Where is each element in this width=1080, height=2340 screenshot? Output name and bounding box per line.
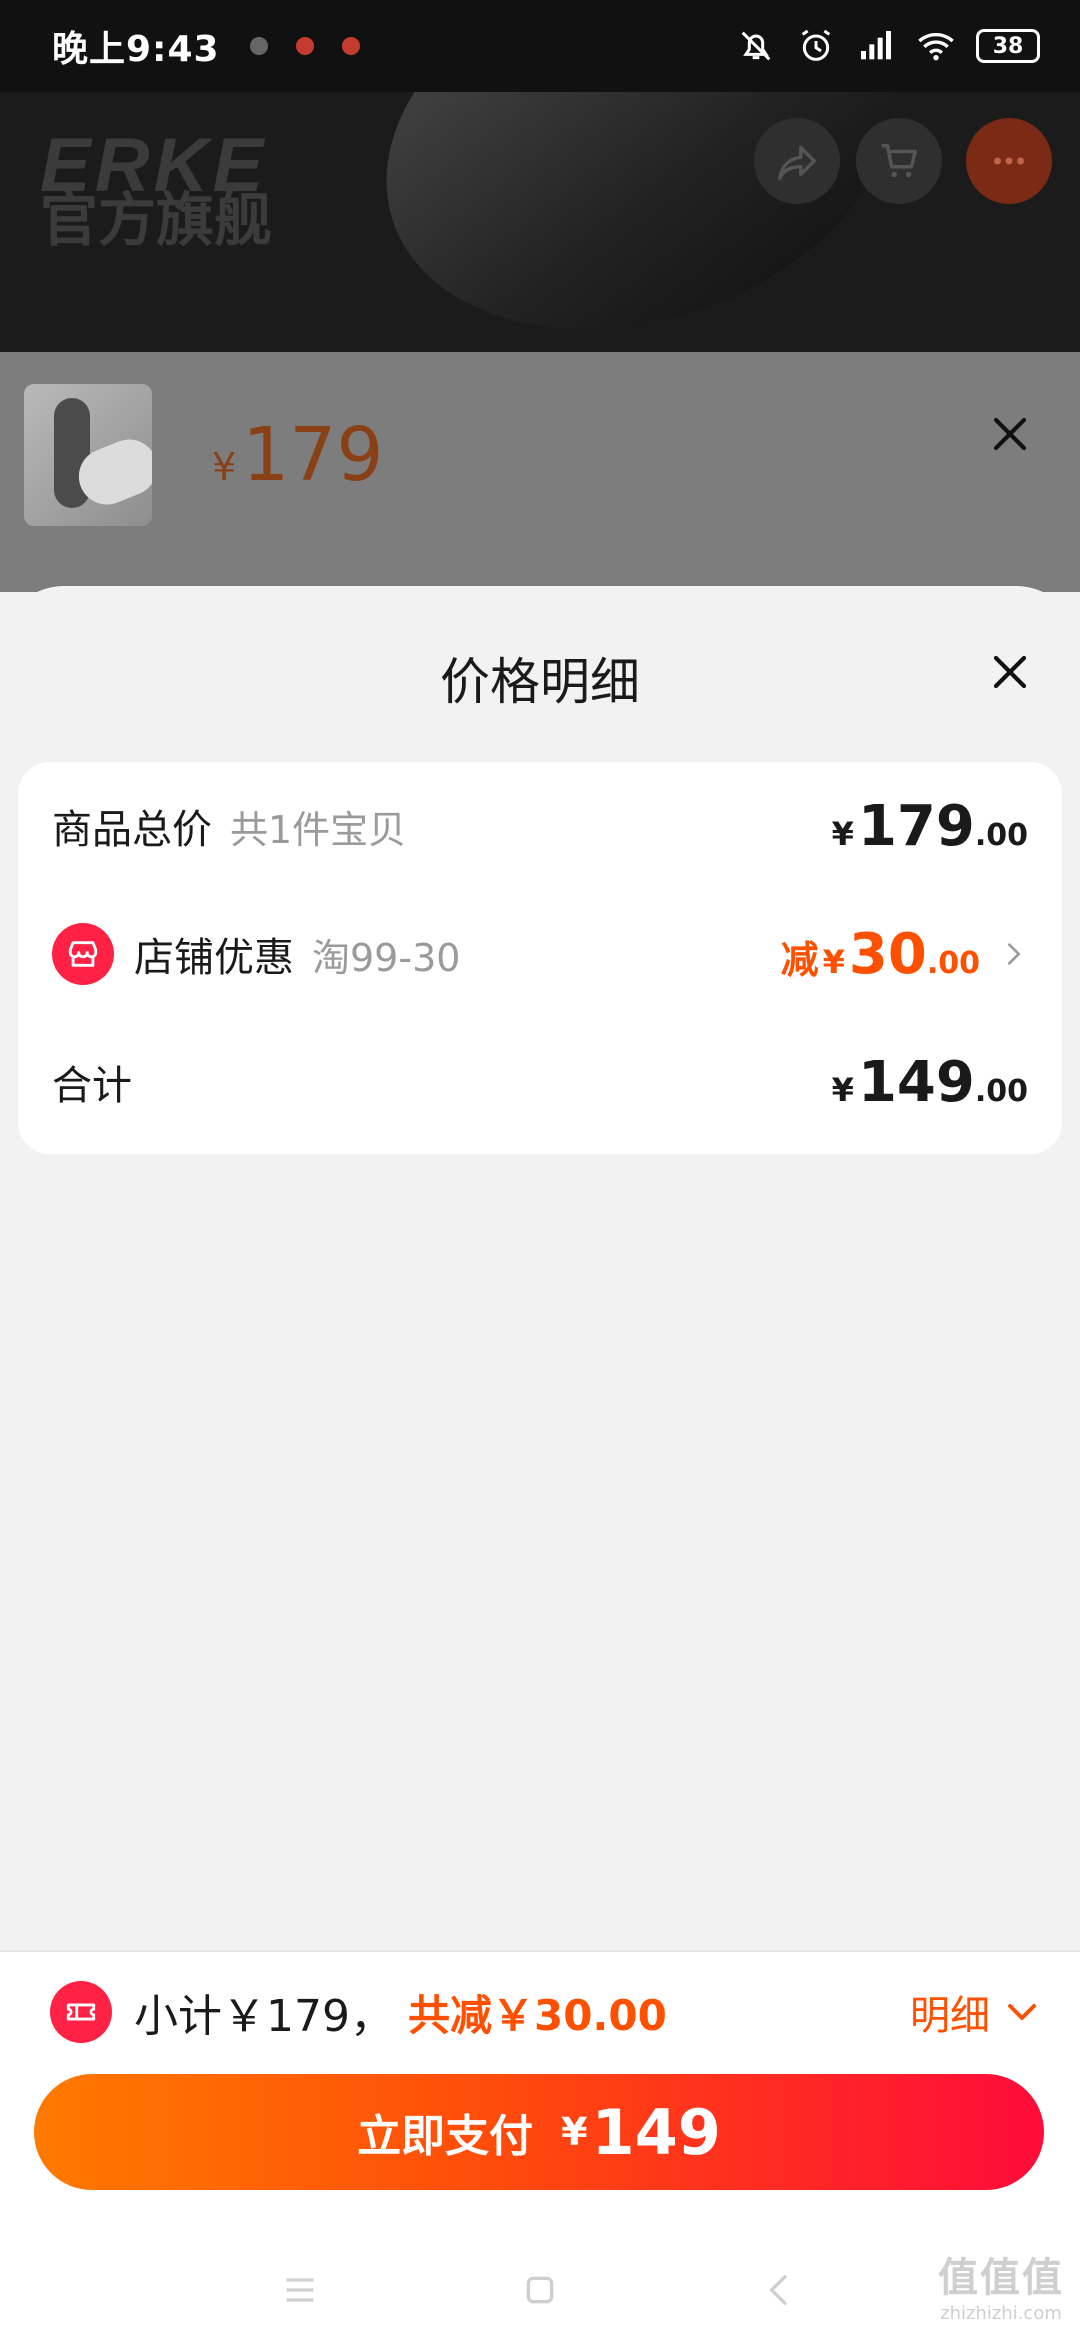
- wifi-icon: [918, 33, 954, 61]
- signal-icon: [861, 31, 891, 60]
- mute-icon: [741, 31, 771, 61]
- sku-close-button[interactable]: [980, 404, 1040, 464]
- checkout-footer: 小计￥179， 共减￥30.00 明细 立即支付 ¥ 149 值值值 zhizh…: [0, 1950, 1080, 2340]
- notification-icon: [341, 37, 360, 55]
- alarm-icon: [801, 29, 831, 61]
- row-amount: ¥ 149 .00: [831, 1049, 1028, 1115]
- battery-icon: 38: [976, 29, 1040, 63]
- price-card: 商品总价 共1件宝贝 ¥ 179 .00 店铺优惠 淘99-30 减 ¥ 30: [18, 762, 1062, 1154]
- row-amount: 减 ¥ 30 .00: [780, 921, 980, 987]
- brand-subtitle: 官方旗舰: [40, 186, 273, 254]
- cart-icon: [881, 143, 918, 178]
- product-price: ¥ 179: [212, 412, 384, 498]
- home-icon[interactable]: [520, 2270, 560, 2310]
- subtotal-row: 小计￥179， 共减￥30.00 明细: [50, 1972, 1040, 2052]
- cart-button[interactable]: [856, 118, 942, 204]
- back-icon[interactable]: [760, 2270, 800, 2310]
- row-label: 合计: [52, 1063, 132, 1109]
- row-sub: 共1件宝贝: [230, 807, 407, 852]
- detail-label: 明细: [910, 1993, 990, 2039]
- row-label: 店铺优惠: [134, 935, 294, 981]
- sheet-title: 价格明细: [440, 653, 640, 711]
- product-thumbnail: [24, 384, 152, 526]
- more-icon: [994, 157, 1024, 165]
- pay-now-button[interactable]: 立即支付 ¥ 149: [34, 2074, 1044, 2190]
- pay-label: 立即支付: [357, 2111, 534, 2162]
- sheet-close-button[interactable]: [980, 642, 1040, 702]
- total-row: 合计 ¥ 149 .00: [52, 1032, 1028, 1132]
- discount-text: 共减￥30.00: [407, 1990, 667, 2040]
- more-button[interactable]: [966, 118, 1052, 204]
- screen: ERKE 官方旗舰 晚上9:43 38 ¥ 179 价格明细 商品总价 共1件宝…: [0, 0, 1080, 2340]
- detail-toggle[interactable]: 明细: [910, 1983, 1040, 2041]
- close-icon: [993, 655, 1027, 689]
- menu-icon[interactable]: [280, 2270, 320, 2310]
- row-amount: ¥ 179 .00: [831, 793, 1028, 859]
- watermark: 值值值 zhizhizhi.com: [938, 2255, 1064, 2324]
- chevron-right-icon: [1008, 943, 1021, 965]
- pay-currency: ¥: [561, 2110, 588, 2154]
- status-time: 晚上9:43: [52, 29, 220, 70]
- notification-icon: [295, 37, 314, 55]
- shop-icon: [52, 923, 114, 985]
- sku-panel-dimmed: ¥ 179: [0, 352, 1080, 592]
- chevron-down-icon: [1008, 2004, 1036, 2020]
- coupon-icon: [50, 1981, 112, 2043]
- status-indicators: 38: [736, 26, 1040, 66]
- pay-amount: 149: [591, 2095, 721, 2169]
- subtotal-text: 小计￥179，: [134, 1991, 394, 2042]
- status-bar: 晚上9:43 38: [0, 0, 1080, 92]
- notification-icon: [249, 37, 268, 55]
- row-sub: 淘99-30: [312, 935, 461, 980]
- system-nav-bar: [0, 2240, 1080, 2340]
- shop-discount-row[interactable]: 店铺优惠 淘99-30 减 ¥ 30 .00: [52, 904, 1028, 1004]
- row-label: 商品总价: [52, 807, 212, 853]
- close-icon: [993, 417, 1027, 451]
- share-icon: [778, 145, 816, 180]
- notification-icons: [249, 37, 360, 55]
- share-button[interactable]: [754, 118, 840, 204]
- total-goods-row: 商品总价 共1件宝贝 ¥ 179 .00: [52, 776, 1028, 876]
